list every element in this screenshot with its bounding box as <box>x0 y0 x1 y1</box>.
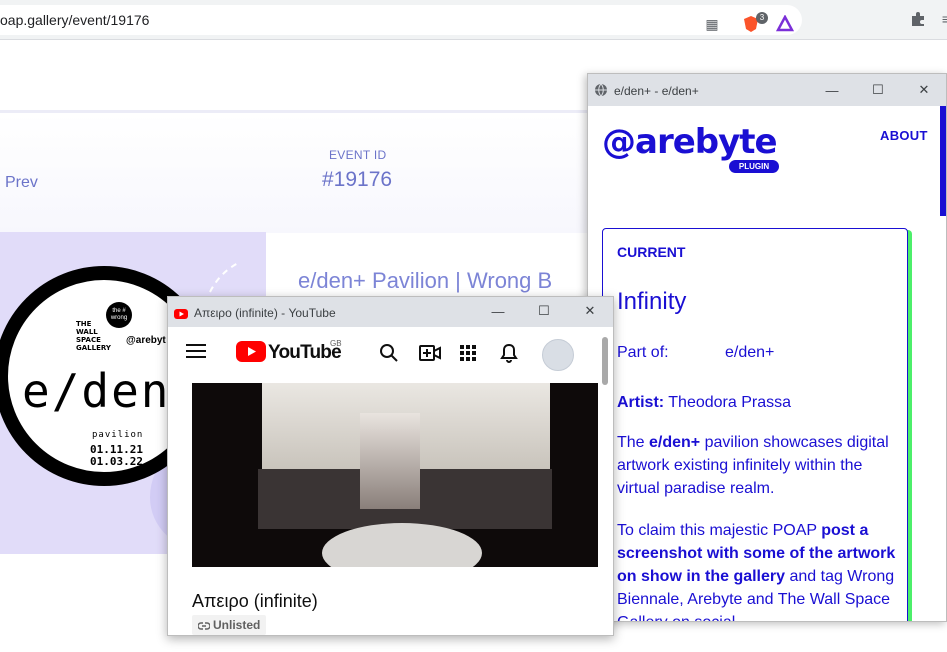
video-frame-arc <box>322 523 482 567</box>
video-title: Απειρο (infinite) <box>192 591 318 611</box>
youtube-window: Απειρο (infinite) - YouTube — ☐ ✕ YouTub… <box>167 296 614 636</box>
brave-rewards-icon[interactable] <box>776 15 794 33</box>
unlisted-badge: Unlisted <box>192 615 267 635</box>
extensions-puzzle-icon[interactable] <box>909 10 927 28</box>
address-bar[interactable]: oap.gallery/event/19176 ▦ 3 <box>0 5 802 35</box>
url-text[interactable]: oap.gallery/event/19176 <box>0 12 149 28</box>
scrollbar-thumb[interactable] <box>602 337 608 385</box>
qr-code-icon[interactable]: ▦ <box>703 15 721 33</box>
part-of-label: Part of: <box>617 344 669 361</box>
current-artwork-card: CURRENT Infinity Part of: e/den+ Artist:… <box>602 228 908 621</box>
event-id-value: #19176 <box>322 168 393 191</box>
notifications-bell-icon[interactable] <box>500 343 518 368</box>
close-button[interactable]: ✕ <box>914 80 934 100</box>
artist-line: Artist: Theodora Prassa <box>617 391 791 414</box>
search-icon[interactable] <box>379 343 399 368</box>
gallery-logo-text: THE WALL SPACE GALLERY <box>76 320 111 352</box>
link-icon <box>197 622 211 630</box>
browser-toolbar: oap.gallery/event/19176 ▦ 3 ≡ <box>0 0 947 40</box>
shield-count-badge: 3 <box>756 12 768 24</box>
plugin-badge: PLUGIN <box>729 160 779 173</box>
apps-grid-icon[interactable] <box>460 345 476 366</box>
video-frame-figure <box>360 413 420 509</box>
event-header <box>0 113 600 233</box>
create-video-icon[interactable] <box>419 344 441 367</box>
maximize-button[interactable]: ☐ <box>868 80 888 100</box>
arebyte-plugin-window: e/den+ - e/den+ — ☐ ✕ @arebyte PLUGIN AB… <box>587 73 947 622</box>
avatar[interactable] <box>542 339 574 371</box>
badge-end-date: 01.03.22 <box>90 455 143 468</box>
menu-icon[interactable]: ≡ <box>937 10 947 28</box>
claim-instructions: To claim this majestic POAP post a scree… <box>617 522 896 621</box>
minimize-button[interactable]: — <box>488 301 508 321</box>
badge-pavilion-text: pavilion <box>92 430 144 440</box>
about-link[interactable]: ABOUT <box>880 128 928 143</box>
arebyte-logo[interactable]: @arebyte <box>602 122 778 162</box>
youtube-logo-icon[interactable] <box>236 341 266 367</box>
window-titlebar: e/den+ - e/den+ — ☐ ✕ <box>588 74 946 106</box>
description: The e/den+ pavilion showcases digital ar… <box>617 434 889 497</box>
region-code: GB <box>330 339 342 348</box>
maximize-button[interactable]: ☐ <box>534 301 554 321</box>
current-label: CURRENT <box>617 244 686 260</box>
event-id-label: EVENT ID <box>329 148 387 162</box>
artist-label: Artist: <box>617 394 665 411</box>
window-titlebar: Απειρο (infinite) - YouTube — ☐ ✕ <box>168 297 613 327</box>
window-title: e/den+ - e/den+ <box>614 84 699 98</box>
artist-name: Theodora Prassa <box>668 394 791 411</box>
prev-event-link[interactable]: Prev <box>5 174 38 192</box>
artwork-title: Infinity <box>617 288 687 315</box>
scrollbar-thumb[interactable] <box>940 106 946 216</box>
minimize-button[interactable]: — <box>822 80 842 100</box>
event-title: e/den+ Pavilion | Wrong B <box>298 268 553 293</box>
hamburger-menu-icon[interactable] <box>186 343 206 364</box>
arebyte-badge-logo: @arebyt <box>126 335 166 346</box>
badge-eden-text: e/den <box>22 364 171 418</box>
part-of-value[interactable]: e/den+ <box>725 341 774 364</box>
video-player[interactable] <box>192 383 598 567</box>
globe-icon <box>594 83 608 102</box>
youtube-header: YouTube GB <box>168 327 613 381</box>
youtube-favicon-icon <box>174 306 188 324</box>
close-button[interactable]: ✕ <box>580 301 600 321</box>
window-title: Απειρο (infinite) - YouTube <box>194 306 336 320</box>
